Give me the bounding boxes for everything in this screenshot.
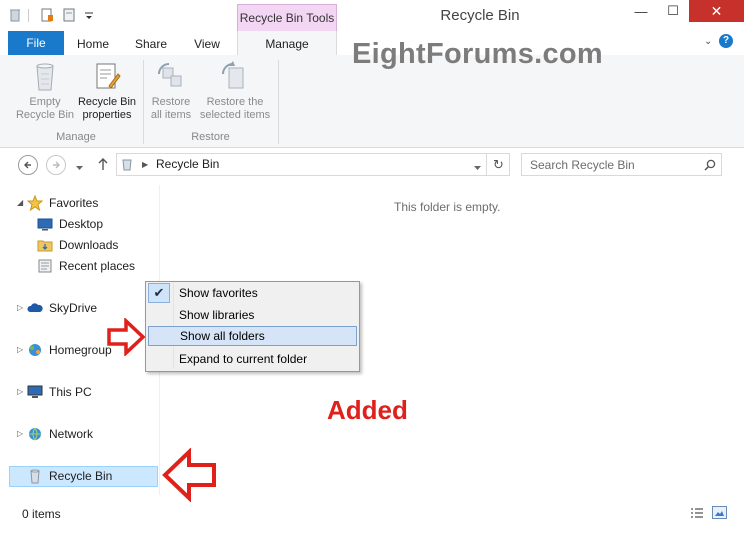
collapsed-chevron-icon[interactable]: ▷ (17, 382, 27, 402)
minimize-button[interactable]: — (625, 0, 657, 22)
restore-all-items-button[interactable]: Restore all items (148, 60, 194, 122)
restore-selected-items-button[interactable]: Restore the selected items (197, 60, 273, 122)
tab-home[interactable]: Home (70, 31, 116, 55)
homegroup-icon (27, 342, 43, 358)
up-button[interactable] (97, 157, 109, 174)
search-icon[interactable] (704, 159, 716, 171)
nav-item-label: Favorites (49, 196, 99, 210)
ribbon-group-separator (143, 60, 144, 144)
properties-label-line2: properties (82, 109, 132, 121)
network-icon (27, 426, 43, 442)
tab-view[interactable]: View (184, 31, 230, 55)
menu-item-expand-to-current-folder[interactable]: Expand to current folder (148, 349, 357, 369)
forward-button[interactable] (46, 155, 66, 175)
expanded-chevron-icon[interactable]: ◢ (17, 193, 27, 213)
nav-item-recycle-bin[interactable]: Recycle Bin (27, 466, 112, 486)
nav-item-this-pc[interactable]: ▷ This PC (17, 382, 92, 402)
recent-locations-dropdown-icon[interactable] (75, 160, 84, 174)
recycle-bin-properties-button[interactable]: Recycle Bin properties (76, 60, 138, 122)
arrow-left-icon (24, 161, 31, 169)
details-view-icon[interactable] (690, 507, 704, 522)
breadcrumb-location[interactable]: Recycle Bin (156, 157, 219, 171)
properties-label-line1: Recycle Bin (77, 96, 137, 108)
nav-item-favorites[interactable]: ◢ Favorites (17, 193, 98, 213)
computer-icon (27, 384, 43, 400)
qat-divider (28, 9, 29, 22)
search-box[interactable] (521, 153, 722, 176)
arrow-right-icon (53, 161, 60, 169)
annotation-arrow-right-icon (107, 318, 146, 356)
nav-item-label: This PC (49, 385, 92, 399)
restore-selected-label-line1: Restore the (206, 96, 264, 108)
item-count: 0 items (22, 507, 61, 521)
back-button[interactable] (18, 155, 38, 175)
recycle-bin-icon[interactable] (8, 8, 22, 22)
nav-item-downloads[interactable]: Downloads (37, 235, 118, 255)
empty-label-line2: Recycle Bin (15, 109, 75, 121)
address-dropdown-icon[interactable] (473, 160, 482, 174)
status-bar (0, 505, 744, 533)
tab-manage[interactable]: Manage (237, 31, 337, 56)
recycle-bin-icon (27, 468, 43, 484)
menu-item-show-all-folders[interactable]: Show all folders (148, 326, 357, 346)
collapsed-chevron-icon[interactable]: ▷ (17, 340, 27, 360)
nav-item-label: Network (49, 427, 94, 441)
nav-item-label: SkyDrive (49, 301, 98, 315)
nav-item-label: Recycle Bin (49, 469, 113, 483)
recent-places-icon (37, 258, 53, 274)
nav-item-recent-places[interactable]: Recent places (37, 256, 135, 276)
annotation-arrow-left-icon (162, 448, 216, 502)
empty-label-line1: Empty (29, 96, 61, 108)
refresh-icon: ↻ (493, 156, 504, 172)
properties-icon[interactable] (40, 8, 54, 22)
nav-item-label: Desktop (59, 217, 104, 231)
menu-item-show-libraries[interactable]: Show libraries (148, 305, 357, 325)
cloud-icon (27, 300, 43, 316)
ribbon-group-separator (278, 60, 279, 144)
nav-item-homegroup[interactable]: ▷ Homegroup (17, 340, 112, 360)
restore-selected-label-line2: selected items (199, 109, 271, 121)
group-label-manage: Manage (56, 131, 96, 143)
group-label-restore: Restore (191, 131, 230, 143)
collapsed-chevron-icon[interactable]: ▷ (17, 298, 27, 318)
maximize-button[interactable]: ☐ (657, 0, 689, 22)
help-icon[interactable]: ? (719, 34, 733, 48)
nav-item-label: Homegroup (49, 343, 112, 357)
nav-item-desktop[interactable]: Desktop (37, 214, 103, 234)
menu-item-show-favorites[interactable]: Show favorites (148, 283, 357, 303)
downloads-folder-icon (37, 237, 53, 253)
annotation-added-label: Added (327, 395, 408, 425)
nav-item-label: Downloads (59, 238, 119, 252)
nav-item-skydrive[interactable]: ▷ SkyDrive (17, 298, 97, 318)
recycle-bin-small-icon (120, 157, 134, 174)
empty-folder-message: This folder is empty. (394, 200, 501, 214)
large-icons-view-icon[interactable] (712, 506, 727, 519)
ribbon-expand-icon[interactable]: ⌄ (704, 36, 712, 47)
empty-recycle-bin-icon (29, 60, 61, 92)
collapsed-chevron-icon[interactable]: ▷ (17, 424, 27, 444)
close-button[interactable]: ✕ (689, 0, 744, 22)
desktop-icon (37, 216, 53, 232)
arrow-up-icon (98, 158, 108, 170)
star-icon (26, 194, 44, 212)
window-title: Recycle Bin (440, 7, 520, 24)
breadcrumb-chevron-icon[interactable]: ▶ (142, 160, 148, 169)
search-input[interactable] (528, 157, 702, 173)
restore-all-label-line2: all items (150, 109, 192, 121)
restore-selected-icon (219, 60, 251, 92)
new-folder-icon[interactable] (62, 8, 76, 22)
context-tab-group-label: Recycle Bin Tools (237, 4, 337, 31)
nav-item-label: Recent places (59, 259, 136, 273)
properties-large-icon (91, 60, 123, 92)
restore-all-icon (155, 60, 187, 92)
restore-all-label-line1: Restore (151, 96, 191, 108)
nav-item-network[interactable]: ▷ Network (17, 424, 93, 444)
qat-dropdown-icon[interactable] (84, 10, 94, 24)
tab-share[interactable]: Share (128, 31, 174, 55)
refresh-button[interactable]: ↻ (486, 153, 510, 176)
empty-recycle-bin-button[interactable]: Empty Recycle Bin (14, 60, 76, 122)
tab-file[interactable]: File (8, 31, 64, 55)
watermark: EightForums.com (352, 38, 604, 70)
